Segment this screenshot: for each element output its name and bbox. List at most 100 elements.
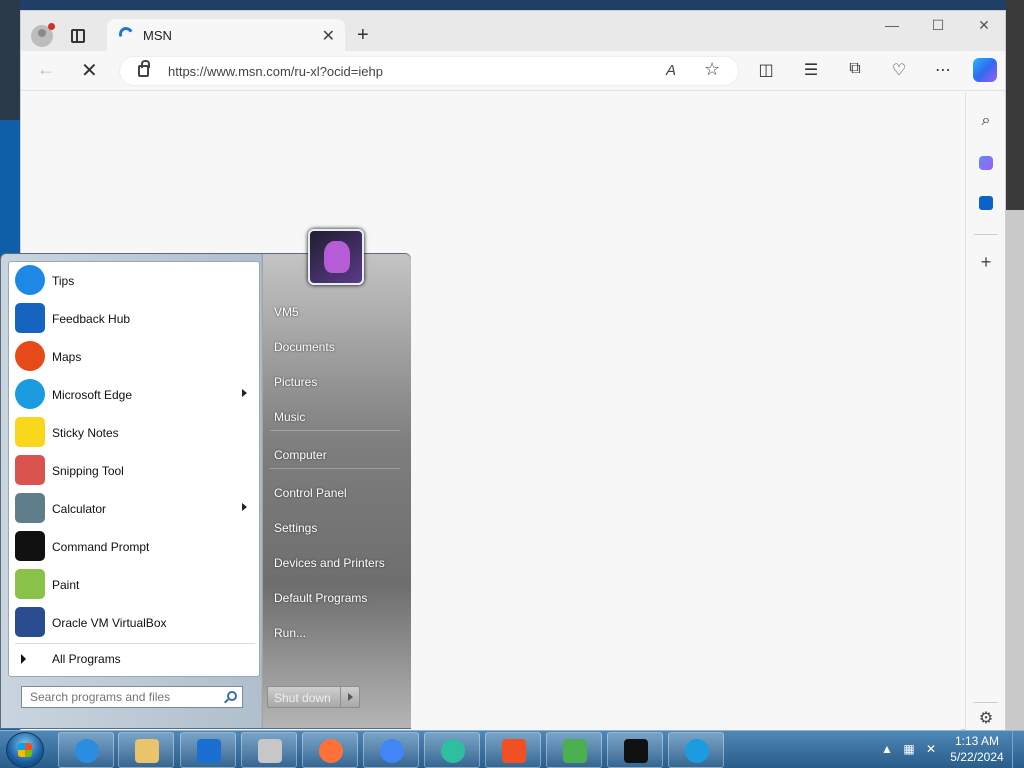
program-label: Calculator [52,502,107,516]
profile-avatar-icon[interactable] [31,23,55,47]
taskbar-store-button[interactable] [180,732,236,768]
all-programs-button[interactable]: All Programs [11,646,257,672]
taskbar-7zip-button[interactable] [607,732,663,768]
all-programs-label: All Programs [52,652,121,666]
tab-actions-icon[interactable] [71,29,85,43]
program-item[interactable]: Maps [11,338,257,376]
taskbar: ▲ ▦ ✕ 1:13 AM 5/22/2024 [0,730,1024,768]
program-item[interactable]: Snipping Tool [11,452,257,490]
shutdown-options-arrow[interactable] [340,686,360,708]
places-divider [270,430,400,431]
start-place-pictures[interactable]: Pictures [266,368,404,396]
7zip-icon [624,739,648,763]
start-search-input[interactable] [22,687,218,707]
user-avatar[interactable] [308,229,364,285]
desktop-background-right [1006,0,1024,730]
browser-essentials-icon[interactable]: ♡ [887,60,911,80]
copilot-icon[interactable] [973,58,997,82]
virtualbox-icon [15,607,45,637]
split-screen-icon[interactable]: ◫ [754,60,778,80]
start-button[interactable] [6,732,44,768]
program-item[interactable]: Sticky Notes [11,414,257,452]
edge-sidebar: ⌕ + ⚙ [965,92,1005,730]
read-aloud-icon[interactable]: A [666,62,676,79]
lock-icon[interactable] [138,60,150,77]
copilot-sidebar-icon[interactable] [974,152,998,176]
taskbar-firefox-button[interactable] [302,732,358,768]
start-place-default-programs[interactable]: Default Programs [266,584,404,612]
shutdown-button[interactable]: Shut down [267,686,341,708]
program-label: Paint [52,578,80,592]
close-window-button[interactable]: ✕ [969,17,999,34]
program-list-divider [15,643,255,644]
taskbar-file-explorer-button[interactable] [118,732,174,768]
program-item[interactable]: Feedback Hub [11,300,257,338]
search-icon[interactable]: ⌕ [974,112,998,136]
sidebar-settings-gear-icon[interactable]: ⚙ [974,708,998,732]
clock-time: 1:13 AM [954,734,1000,748]
add-sidebar-app-icon[interactable]: + [974,252,998,276]
program-label: Sticky Notes [52,426,119,440]
loading-spinner-icon [117,25,135,43]
program-item[interactable]: Paint [11,566,257,604]
start-place-run[interactable]: Run... [266,619,404,647]
program-label: Feedback Hub [52,312,131,326]
start-place-control-panel[interactable]: Control Panel [266,479,404,507]
tab-title: MSN [143,28,172,43]
search-icon[interactable] [227,691,237,701]
favorites-icon[interactable]: ☰ [799,60,823,80]
minimize-button[interactable]: — [877,17,907,33]
new-tab-button[interactable]: + [357,24,369,47]
outlook-icon[interactable] [974,192,998,216]
download-tool-icon [563,739,587,763]
terminal-icon [15,531,45,561]
start-place-devices-and-printers[interactable]: Devices and Printers [266,549,404,577]
program-item[interactable]: Tips [11,262,257,300]
start-place-music[interactable]: Music [266,403,404,431]
settings-more-icon[interactable]: ⋯ [931,60,955,80]
network-icon[interactable]: ▦ [902,742,916,756]
taskbar-download-tool-button[interactable] [546,732,602,768]
submenu-arrow-icon[interactable] [242,389,247,397]
collections-icon[interactable]: ⧉ [843,60,867,78]
store-icon [197,739,221,763]
stop-loading-button[interactable]: ✕ [81,58,98,83]
program-label: Microsoft Edge [52,388,133,402]
back-button[interactable]: ← [37,59,55,80]
program-label: Snipping Tool [52,464,124,478]
address-bar[interactable]: https://www.msn.com/ru-xl?ocid=iehp A ☆ [119,56,739,86]
firefox-icon [319,739,343,763]
program-item[interactable]: Oracle VM VirtualBox [11,604,257,642]
edge-icon [685,739,709,763]
map-pin-icon [15,341,45,371]
start-place-computer[interactable]: Computer [266,441,404,469]
taskbar-network-monitor-button[interactable] [241,732,297,768]
start-place-vm5[interactable]: VM5 [266,298,404,326]
taskbar-chrome-button[interactable] [363,732,419,768]
submenu-arrow-icon[interactable] [242,503,247,511]
program-item[interactable]: Microsoft Edge [11,376,257,414]
scissors-icon [15,455,45,485]
taskbar-windows-flag-button[interactable] [485,732,541,768]
tab-msn[interactable]: MSN ✕ [107,19,345,51]
start-place-documents[interactable]: Documents [266,333,404,361]
start-search-box[interactable] [21,686,243,708]
start-place-settings[interactable]: Settings [266,514,404,542]
maximize-button[interactable]: ☐ [923,17,953,34]
feedback-icon [15,303,45,333]
taskbar-edge-button[interactable] [668,732,724,768]
program-item[interactable]: Calculator [11,490,257,528]
program-list: Tips Feedback Hub Maps Microsoft Edge Sticky… [8,261,260,677]
file-explorer-icon [135,739,159,763]
tab-bar: MSN ✕ + — ☐ ✕ [21,11,1005,51]
favorite-star-icon[interactable]: ☆ [704,59,720,80]
tab-close-icon[interactable]: ✕ [322,26,335,46]
program-item[interactable]: Command Prompt [11,528,257,566]
system-clock[interactable]: 1:13 AM 5/22/2024 [948,733,1006,765]
volume-muted-icon[interactable]: ✕ [924,742,938,756]
show-hidden-icons-icon[interactable]: ▲ [880,742,894,756]
url-text[interactable]: https://www.msn.com/ru-xl?ocid=iehp [168,64,383,79]
taskbar-internet-explorer-button[interactable] [58,732,114,768]
show-desktop-button[interactable] [1012,731,1024,768]
taskbar-browser-globe-button[interactable] [424,732,480,768]
